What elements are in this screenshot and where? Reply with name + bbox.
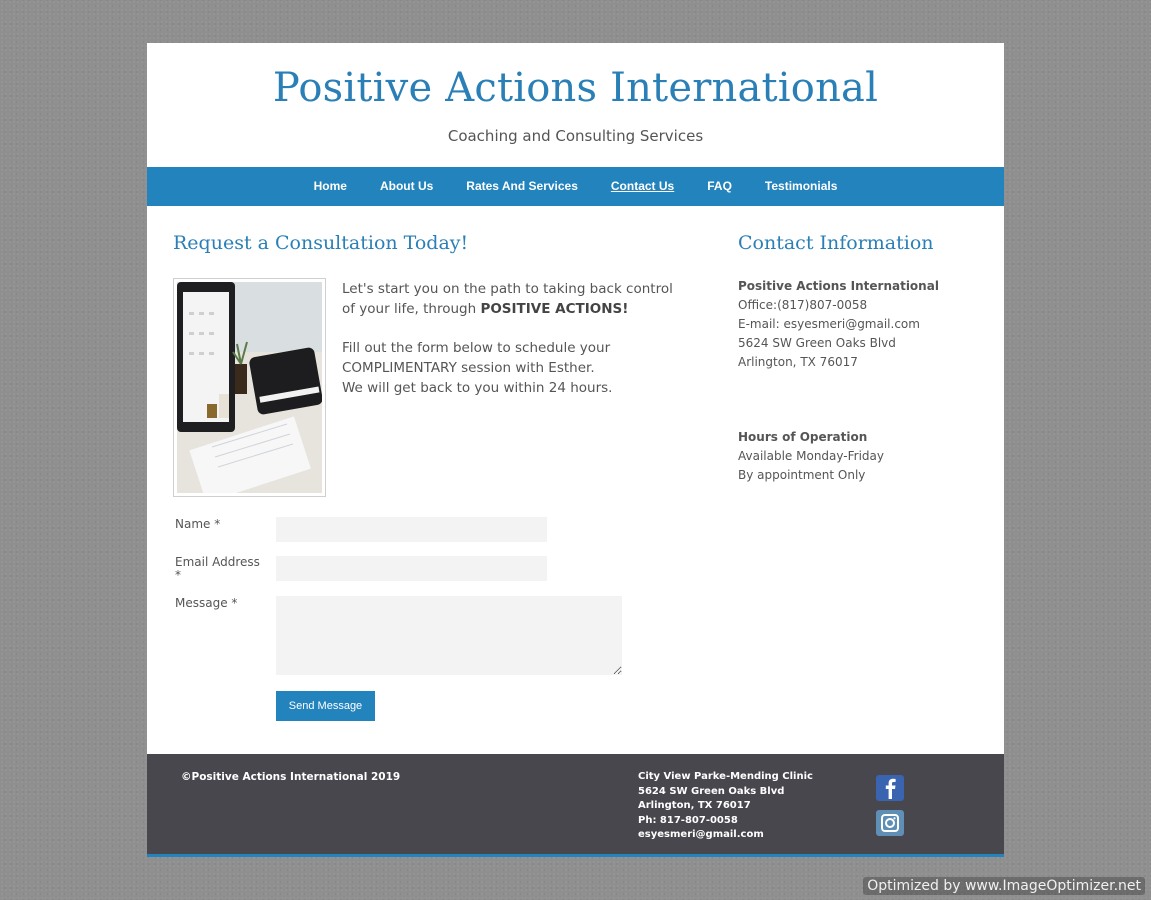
email-field[interactable] [276, 556, 547, 581]
contact-street: 5624 SW Green Oaks Blvd [738, 336, 896, 350]
contact-details: Positive Actions International Office:(8… [738, 277, 939, 372]
message-field[interactable] [276, 596, 622, 675]
page-container: Positive Actions International Coaching … [147, 43, 1004, 857]
name-label: Name * [175, 517, 221, 531]
footer-copyright: ©Positive Actions International 2019 [181, 771, 401, 783]
contact-city: Arlington, TX 76017 [738, 355, 858, 369]
footer-street: 5624 SW Green Oaks Blvd [638, 785, 785, 797]
main-nav: Home About Us Rates And Services Contact… [147, 167, 1004, 206]
site-title[interactable]: Positive Actions International [147, 65, 1004, 111]
footer-clinic: City View Parke-Mending Clinic [638, 771, 813, 782]
message-label: Message * [175, 596, 238, 610]
footer-email[interactable]: esyesmeri@gmail.com [638, 828, 813, 843]
nav-item-about-us[interactable]: About Us [380, 179, 433, 193]
footer-address: City View Parke-Mending Clinic 5624 SW G… [638, 770, 813, 843]
nav-item-testimonials[interactable]: Testimonials [765, 179, 837, 193]
hours-heading: Hours of Operation [738, 430, 868, 444]
hours-of-operation: Hours of Operation Available Monday-Frid… [738, 428, 884, 485]
contact-email[interactable]: E-mail: esyesmeri@gmail.com [738, 315, 939, 334]
site-header: Positive Actions International Coaching … [147, 43, 1004, 167]
nav-item-home[interactable]: Home [314, 179, 347, 193]
site-footer: ©Positive Actions International 2019 Cit… [147, 754, 1004, 857]
hours-line-2: By appointment Only [738, 468, 866, 482]
intro-paragraph-1: Let's start you on the path to taking ba… [342, 279, 682, 319]
contact-heading: Contact Information [738, 232, 934, 254]
nav-item-contact-us[interactable]: Contact Us [611, 179, 674, 193]
hours-line-1: Available Monday-Friday [738, 449, 884, 463]
contact-office: Office:(817)807-0058 [738, 298, 868, 312]
nav-item-faq[interactable]: FAQ [707, 179, 732, 193]
send-message-button[interactable]: Send Message [276, 691, 375, 721]
intro-emphasis: POSITIVE ACTIONS! [480, 301, 629, 317]
optimizer-watermark: Optimized by www.ImageOptimizer.net [863, 877, 1145, 895]
facebook-icon[interactable] [876, 775, 904, 801]
instagram-icon[interactable] [876, 810, 904, 836]
intro-line-2: Fill out the form below to schedule your… [342, 340, 611, 376]
intro-line-3: We will get back to you within 24 hours. [342, 380, 613, 396]
email-label: Email Address * [175, 555, 260, 582]
intro-text: Let's start you on the path to taking ba… [342, 279, 682, 417]
footer-phone: Ph: 817-807-0058 [638, 814, 738, 826]
desk-photo [173, 278, 326, 497]
desk-photo-image [177, 282, 322, 493]
contact-org: Positive Actions International [738, 279, 939, 293]
site-tagline: Coaching and Consulting Services [447, 127, 704, 145]
nav-item-rates-and-services[interactable]: Rates And Services [466, 179, 578, 193]
footer-city: Arlington, TX 76017 [638, 800, 751, 811]
intro-paragraph-2: Fill out the form below to schedule your… [342, 338, 682, 398]
consultation-heading: Request a Consultation Today! [173, 232, 469, 254]
name-field[interactable] [276, 517, 547, 542]
